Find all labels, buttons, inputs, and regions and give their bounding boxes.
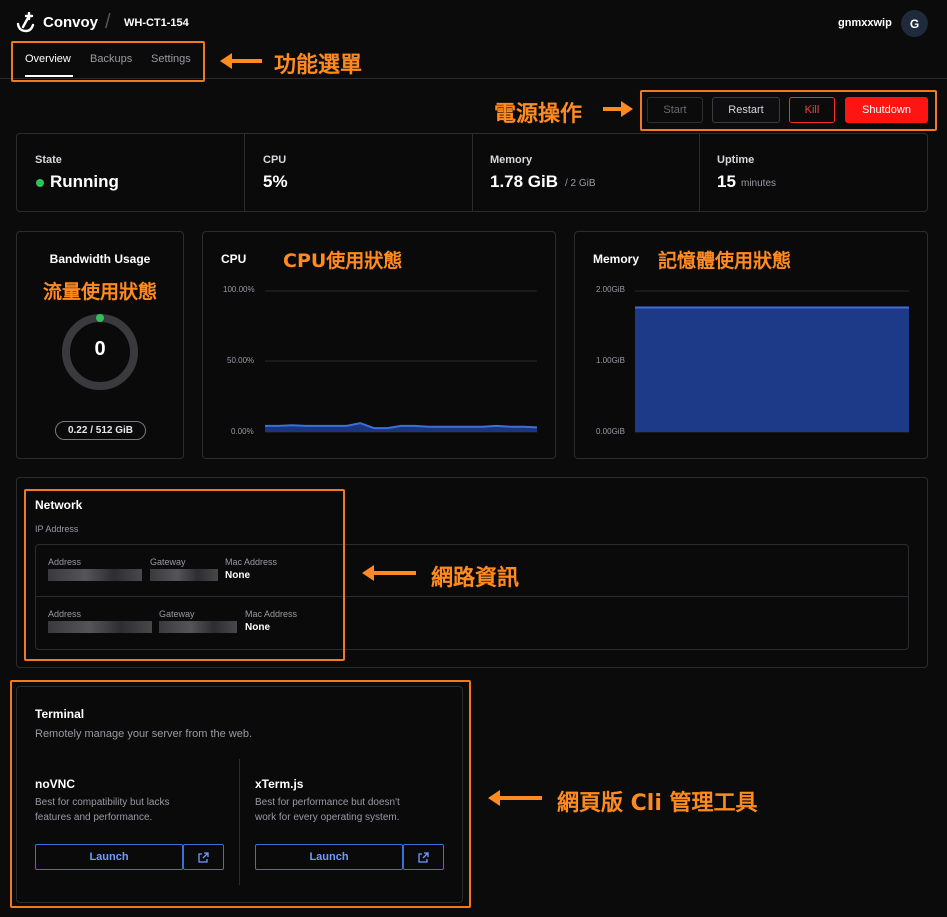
username[interactable]: gnmxxwip bbox=[838, 17, 892, 29]
state-value: Running bbox=[50, 172, 119, 191]
memory-chart-card: Memory 記憶體使用狀態 2.00GiB 1.00GiB 0.00GiB bbox=[574, 231, 928, 459]
memory-chart-plot bbox=[635, 290, 909, 433]
cpu-tick: 100.00% bbox=[223, 285, 255, 294]
stats-divider bbox=[699, 134, 700, 211]
annotation-menu: 功能選單 bbox=[274, 53, 363, 78]
memory-tick: 0.00GiB bbox=[596, 427, 625, 436]
bandwidth-card: Bandwidth Usage 流量使用狀態 0 0.22 / 512 GiB bbox=[16, 231, 184, 459]
uptime-label: Uptime bbox=[717, 154, 755, 166]
uptime-unit: minutes bbox=[741, 178, 777, 189]
memory-total: / 2 GiB bbox=[565, 178, 596, 189]
uptime-value: 15 bbox=[717, 172, 736, 191]
server-name[interactable]: WH-CT1-154 bbox=[124, 17, 189, 29]
state-label: State bbox=[35, 154, 62, 166]
annotation-bandwidth: 流量使用狀態 bbox=[42, 281, 157, 303]
annotation-box-menu bbox=[11, 41, 205, 82]
brand-name[interactable]: Convoy bbox=[43, 14, 98, 31]
shutdown-button[interactable]: Shutdown bbox=[845, 97, 928, 123]
cpu-value: 5% bbox=[263, 172, 288, 191]
annotation-memory: 記憶體使用狀態 bbox=[658, 250, 792, 272]
cpu-label: CPU bbox=[263, 154, 287, 166]
memory-label: Memory bbox=[490, 154, 533, 166]
bandwidth-value: 0 bbox=[94, 338, 106, 360]
annotation-box-network bbox=[24, 489, 345, 661]
cpu-tick: 50.00% bbox=[227, 356, 255, 365]
annotation-cpu: CPU使用狀態 bbox=[283, 250, 403, 272]
memory-tick: 2.00GiB bbox=[596, 285, 625, 294]
convoy-logo-icon bbox=[16, 12, 35, 33]
kill-button[interactable]: Kill bbox=[789, 97, 835, 123]
annotation-arrow-power bbox=[601, 99, 635, 124]
cpu-chart-card: CPU CPU使用狀態 100.00% 50.00% 0.00% bbox=[202, 231, 556, 459]
cpu-area bbox=[265, 423, 537, 432]
memory-value: 1.78 GiB bbox=[490, 172, 559, 191]
cpu-chart-plot bbox=[265, 290, 537, 433]
running-status-dot bbox=[36, 179, 44, 187]
stats-divider bbox=[472, 134, 473, 211]
stats-card: State Running CPU 5% Memory 1.78 GiB / 2… bbox=[16, 133, 928, 212]
bandwidth-usage-pill: 0.22 / 512 GiB bbox=[55, 421, 146, 440]
breadcrumb-divider: / bbox=[105, 11, 111, 33]
annotation-arrow-network bbox=[360, 563, 418, 588]
memory-chart-title: Memory bbox=[593, 252, 640, 266]
start-button[interactable]: Start bbox=[647, 97, 703, 123]
avatar[interactable]: G bbox=[901, 10, 928, 37]
annotation-box-terminal bbox=[10, 680, 471, 908]
annotation-arrow-menu bbox=[218, 51, 264, 76]
cpu-chart-title: CPU bbox=[221, 252, 247, 266]
stats-divider bbox=[244, 134, 245, 211]
annotation-power: 電源操作 bbox=[494, 102, 583, 127]
annotation-arrow-terminal bbox=[486, 788, 544, 813]
annotation-terminal: 網頁版 Cli 管理工具 bbox=[557, 791, 758, 816]
cpu-tick: 0.00% bbox=[231, 427, 254, 436]
bandwidth-title: Bandwidth Usage bbox=[49, 252, 151, 266]
restart-button[interactable]: Restart bbox=[712, 97, 780, 123]
annotation-network: 網路資訊 bbox=[431, 566, 520, 591]
memory-tick: 1.00GiB bbox=[596, 356, 625, 365]
memory-area bbox=[635, 307, 909, 432]
